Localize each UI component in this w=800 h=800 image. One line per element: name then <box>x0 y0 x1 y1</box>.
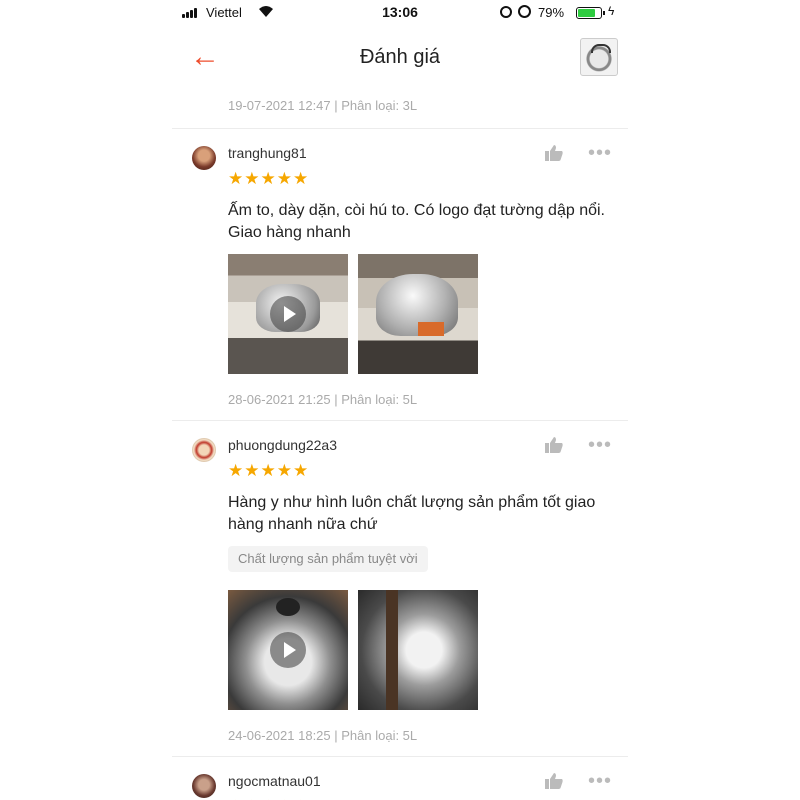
play-icon <box>270 632 306 668</box>
previous-review-meta: 19-07-2021 12:47 | Phân loại: 3L <box>228 98 418 113</box>
review-comment: Hàng y như hình luôn chất lượng sản phẩm… <box>228 494 596 533</box>
review-tag: Chất lượng sản phẩm tuyệt vời <box>228 546 428 572</box>
review-video-thumbnail[interactable] <box>228 590 348 710</box>
phone-screen: Viettel 13:06 79% ϟ ← Đánh giá 19-07-202… <box>172 0 628 800</box>
battery-icon <box>576 7 605 19</box>
battery-percentage: 79% <box>538 5 565 20</box>
divider <box>172 128 628 129</box>
thumbs-up-icon[interactable] <box>544 436 564 454</box>
review-meta: 24-06-2021 18:25 | Phân loại: 5L <box>228 728 418 743</box>
review-video-thumbnail[interactable] <box>228 254 348 374</box>
reviewer-username[interactable]: ngocmatnau01 <box>228 773 321 789</box>
star-rating: ★★★★★ <box>228 169 310 188</box>
page-title: Đánh giá <box>359 46 441 68</box>
divider <box>172 756 628 757</box>
review-image-thumbnail[interactable] <box>358 590 478 710</box>
alarm-icon <box>518 5 531 18</box>
more-options-icon[interactable]: ••• <box>588 435 612 455</box>
status-bar: Viettel 13:06 79% ϟ <box>172 0 628 26</box>
product-thumbnail[interactable] <box>580 38 618 76</box>
location-lock-icon <box>500 6 512 18</box>
star-rating: ★★★★★ <box>228 461 310 480</box>
reviewer-username[interactable]: tranghung81 <box>228 145 307 161</box>
review-meta: 28-06-2021 21:25 | Phân loại: 5L <box>228 392 418 407</box>
review-image-thumbnail[interactable] <box>358 254 478 374</box>
reviewer-avatar[interactable] <box>192 146 216 170</box>
charging-icon: ϟ <box>608 4 615 18</box>
divider <box>172 420 628 421</box>
page-header: ← Đánh giá <box>172 30 628 86</box>
more-options-icon[interactable]: ••• <box>588 143 612 163</box>
play-icon <box>270 296 306 332</box>
reviewer-avatar[interactable] <box>192 774 216 798</box>
more-options-icon[interactable]: ••• <box>588 771 612 791</box>
review-comment: Ấm to, dày dặn, còi hú to. Có logo đạt t… <box>228 202 605 241</box>
reviewer-avatar[interactable] <box>192 438 216 462</box>
thumbs-up-icon[interactable] <box>544 772 564 790</box>
reviewer-username[interactable]: phuongdung22a3 <box>228 437 337 453</box>
thumbs-up-icon[interactable] <box>544 144 564 162</box>
